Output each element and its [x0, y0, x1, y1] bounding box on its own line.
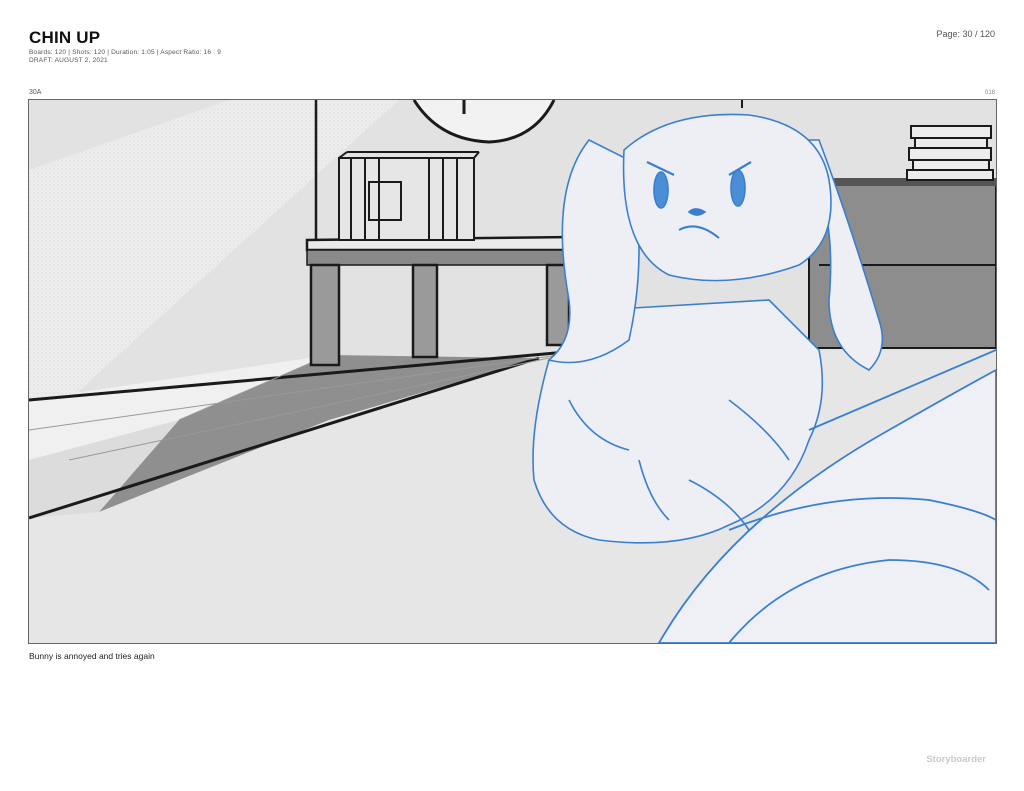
draft-date: DRAFT: AUGUST 2, 2021 [29, 57, 108, 64]
page-number: Page: 30 / 120 [936, 29, 995, 39]
shot-label: 30A [29, 89, 42, 96]
table-leg-mid [411, 263, 439, 359]
cage [338, 151, 480, 241]
book-stack [906, 125, 994, 181]
board-number: 018 [984, 90, 995, 96]
table-leg-left [309, 263, 341, 367]
board-caption: Bunny is annoyed and tries again [29, 651, 155, 661]
storyboard-frame [28, 99, 997, 644]
project-title: CHIN UP [29, 28, 101, 47]
brand-footer: Storyboarder [926, 754, 986, 765]
table-apron [306, 249, 575, 266]
storyboard-sketch [29, 100, 996, 643]
project-stats: Boards: 120 | Shots: 120 | Duration: 1:0… [29, 49, 222, 56]
